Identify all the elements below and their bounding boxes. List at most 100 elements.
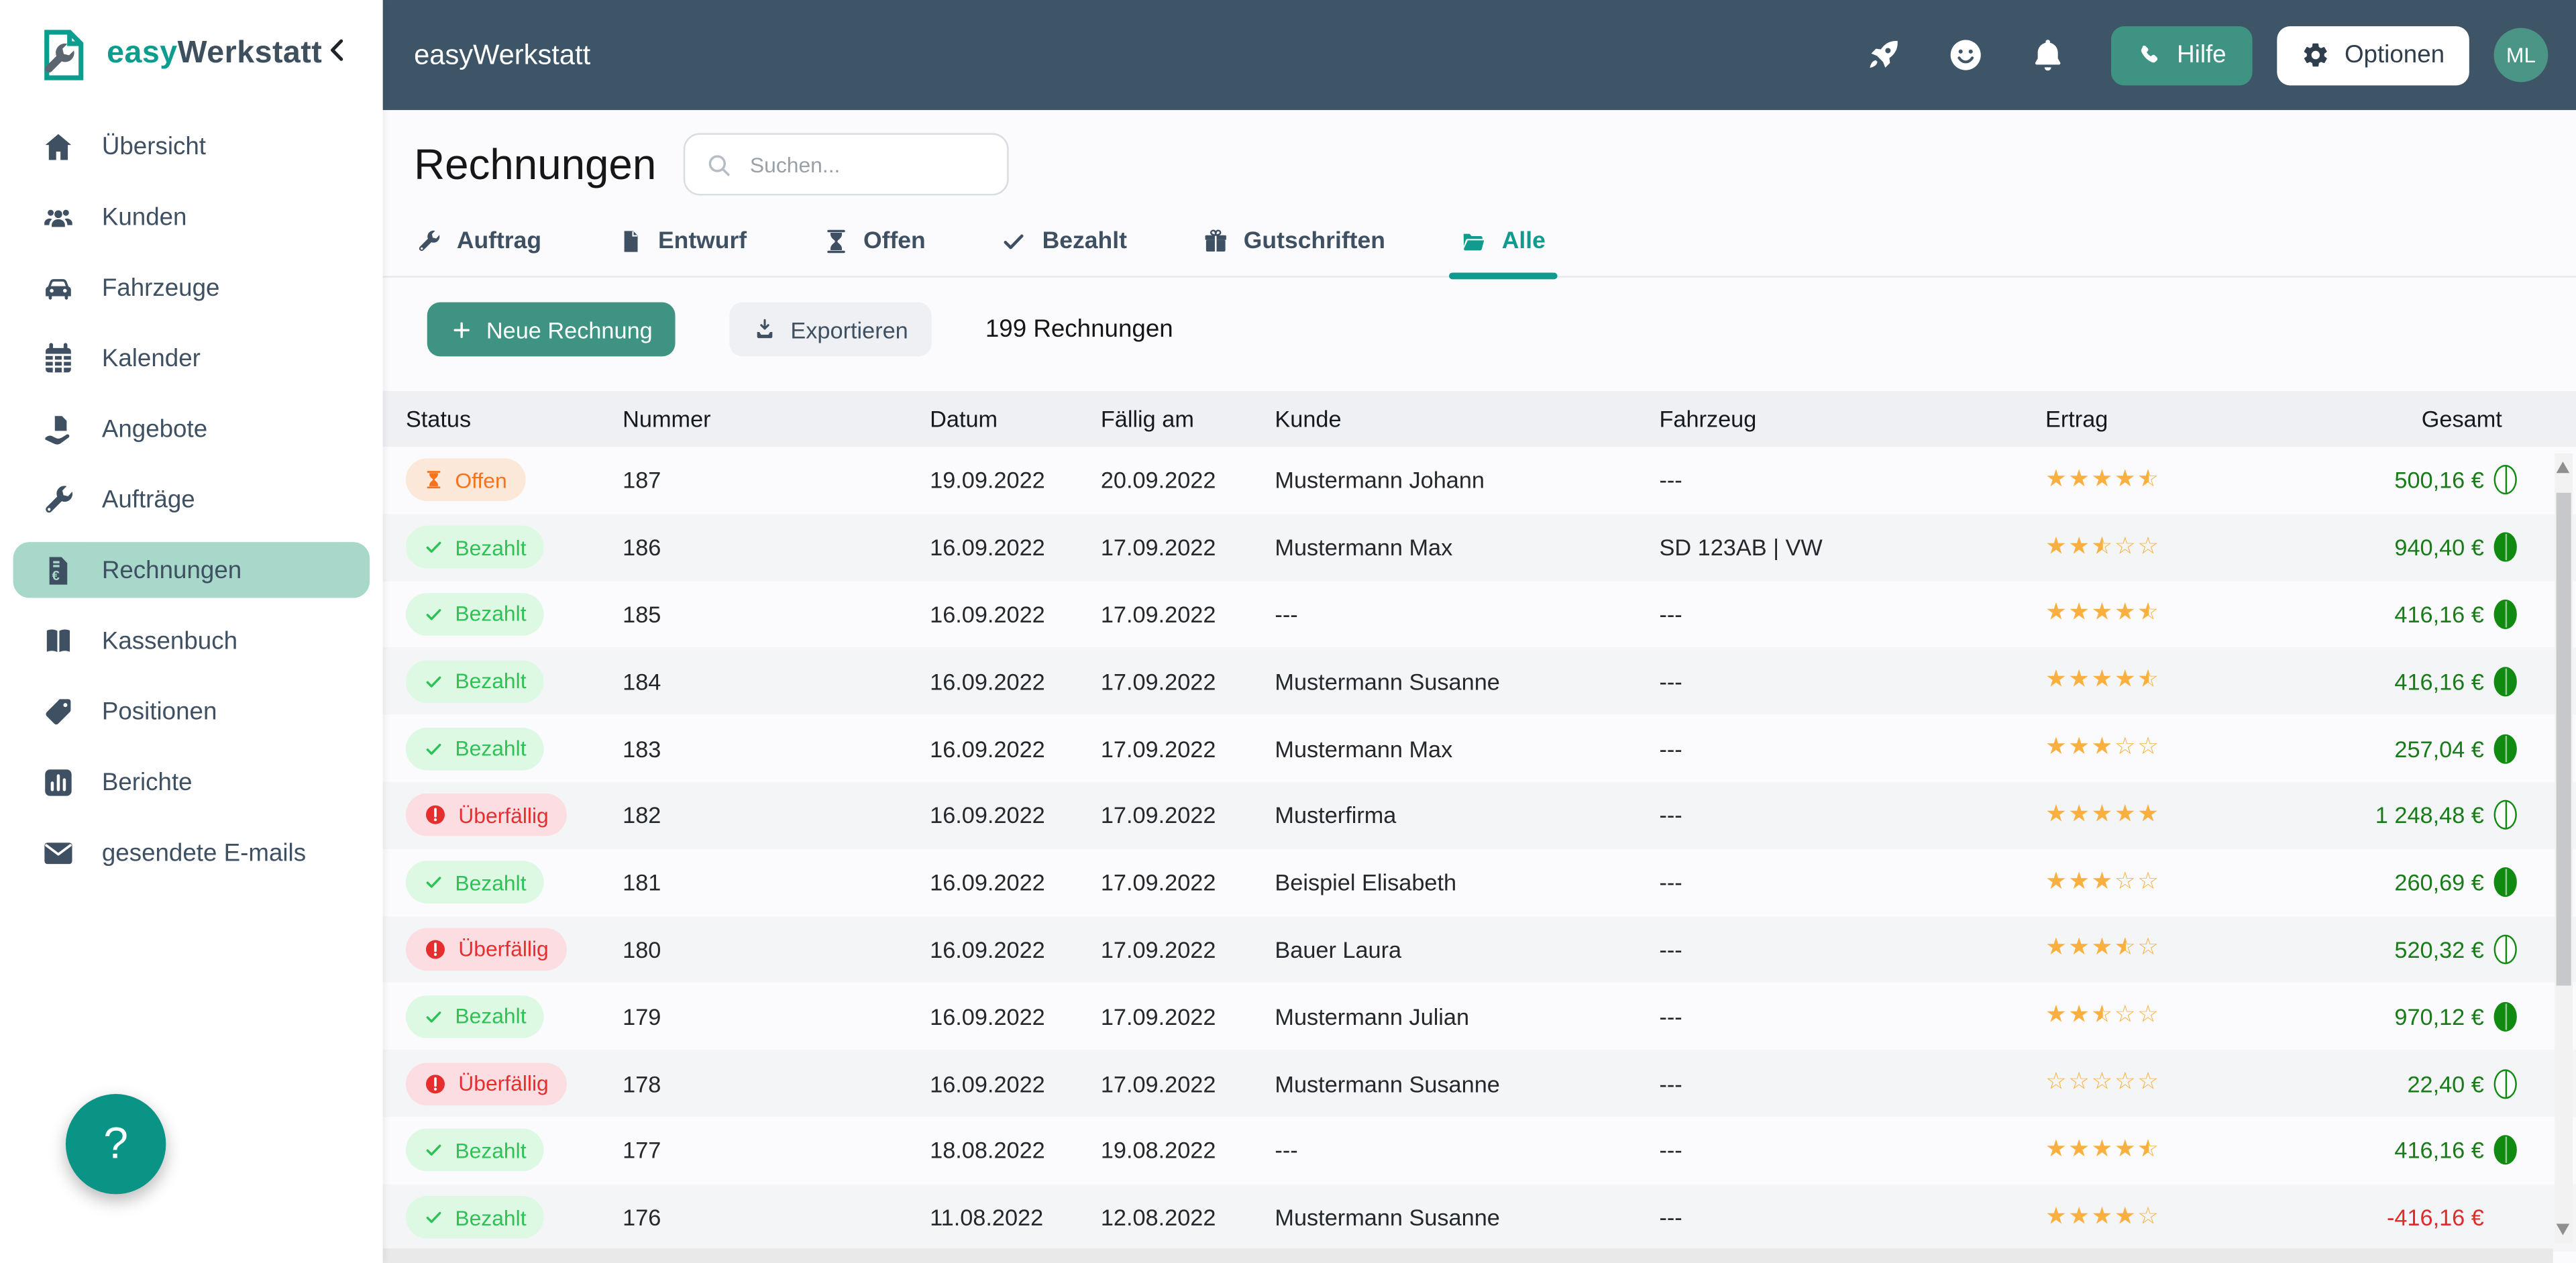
vertical-scrollbar-thumb[interactable]	[2557, 493, 2571, 986]
sidebar-item-gesendete-e-mails[interactable]: gesendete E-mails	[13, 824, 370, 880]
tab-auftrag[interactable]: Auftrag	[416, 205, 542, 276]
sidebar-nav: Übersicht Kunden Fahrzeuge Kalender Ange…	[0, 109, 383, 881]
tab-alle[interactable]: Alle	[1461, 205, 1546, 276]
tab-gutschriften[interactable]: Gutschriften	[1203, 205, 1385, 276]
cell-kunde: Mustermann Max	[1275, 735, 1659, 761]
col-datum: Datum	[930, 406, 1101, 432]
star-full-icon: ★	[2045, 1136, 2068, 1164]
paid-indicator-icon[interactable]	[2494, 600, 2517, 629]
collapse-sidebar-button[interactable]	[322, 34, 360, 74]
paid-indicator-icon[interactable]	[2494, 867, 2517, 897]
invoice-count: 199 Rechnungen	[985, 315, 1173, 343]
paid-indicator-icon[interactable]	[2494, 465, 2517, 495]
tab-offen[interactable]: Offen	[822, 205, 926, 276]
paid-indicator-icon[interactable]	[2494, 1068, 2517, 1098]
new-invoice-button[interactable]: Neue Rechnung	[427, 303, 676, 357]
rocket-icon[interactable]	[1865, 36, 1902, 74]
tab-entwurf[interactable]: Entwurf	[617, 205, 747, 276]
car-icon	[40, 270, 76, 305]
cell-gesamt: 416,16 €	[2349, 600, 2576, 629]
cell-faellig-am: 17.09.2022	[1101, 534, 1275, 560]
invoice-row-182[interactable]: Überfällig 182 16.09.2022 17.09.2022 Mus…	[383, 782, 2576, 849]
sidebar-item-kalender[interactable]: Kalender	[13, 330, 370, 386]
home-icon	[40, 129, 76, 163]
rating-stars[interactable]: ★★★★★	[2045, 802, 2349, 830]
invoice-row-184[interactable]: Bezahlt 184 16.09.2022 17.09.2022 Muster…	[383, 648, 2576, 715]
cell-fahrzeug: ---	[1659, 869, 2045, 895]
export-button[interactable]: Exportieren	[730, 303, 931, 357]
sidebar-item-uebersicht[interactable]: Übersicht	[13, 118, 370, 174]
check-icon	[424, 1207, 443, 1227]
rating-stars[interactable]: ★★★★☆	[2045, 1203, 2349, 1231]
paid-indicator-icon[interactable]	[2494, 667, 2517, 696]
rating-stars[interactable]: ★★★★☆★	[2045, 1136, 2349, 1164]
invoice-row-181[interactable]: Bezahlt 181 16.09.2022 17.09.2022 Beispi…	[383, 849, 2576, 916]
invoice-row-185[interactable]: Bezahlt 185 16.09.2022 17.09.2022 --- --…	[383, 581, 2576, 648]
topbar-icons	[1865, 36, 2067, 74]
rating-stars[interactable]: ★★★☆☆	[2045, 869, 2349, 897]
star-empty-icon: ☆	[2137, 734, 2160, 763]
star-full-icon: ★	[2068, 869, 2091, 897]
cell-nummer: 182	[623, 802, 930, 828]
sidebar-item-berichte[interactable]: Berichte	[13, 754, 370, 810]
cell-gesamt: 416,16 €	[2349, 667, 2576, 696]
sidebar-item-kunden[interactable]: Kunden	[13, 189, 370, 245]
cell-datum: 19.09.2022	[930, 467, 1101, 493]
exclamation-icon	[424, 1072, 447, 1095]
paid-indicator-icon[interactable]	[2494, 734, 2517, 763]
star-full-icon: ★	[2137, 802, 2160, 830]
sidebar-item-auftraege[interactable]: Aufträge	[13, 472, 370, 527]
scroll-down-arrow-icon[interactable]	[2557, 1223, 2570, 1235]
rating-stars[interactable]: ★★★★☆★	[2045, 667, 2349, 696]
rating-stars[interactable]: ★★☆★☆☆	[2045, 1003, 2349, 1031]
cell-status: Überfällig	[406, 1062, 623, 1105]
vertical-scrollbar[interactable]	[2555, 453, 2573, 1244]
cell-datum: 11.08.2022	[930, 1204, 1101, 1230]
help-button[interactable]: Hilfe	[2111, 25, 2253, 85]
rating-stars[interactable]: ★★★☆☆	[2045, 734, 2349, 763]
rating-stars[interactable]: ★★☆★☆☆	[2045, 533, 2349, 561]
user-avatar[interactable]: ML	[2494, 28, 2548, 83]
invoice-row-187[interactable]: Offen 187 19.09.2022 20.09.2022 Musterma…	[383, 447, 2576, 514]
paid-indicator-icon[interactable]	[2494, 1136, 2517, 1165]
paid-indicator-icon[interactable]	[2494, 533, 2517, 562]
cell-nummer: 186	[623, 534, 930, 560]
star-half-icon: ☆★	[2137, 600, 2160, 628]
rating-stars[interactable]: ☆☆☆☆☆	[2045, 1069, 2349, 1097]
search-input[interactable]	[747, 150, 988, 178]
star-half-icon: ☆★	[2137, 1136, 2160, 1164]
mail-icon	[40, 835, 76, 869]
sidebar-item-kassenbuch[interactable]: Kassenbuch	[13, 612, 370, 668]
cell-status: Überfällig	[406, 928, 623, 971]
sidebar-item-angebote[interactable]: Angebote	[13, 401, 370, 457]
sidebar-item-rechnungen[interactable]: € Rechnungen	[13, 542, 370, 598]
invoice-row-176[interactable]: Bezahlt 176 11.08.2022 12.08.2022 Muster…	[383, 1184, 2576, 1251]
horizontal-scrollbar[interactable]	[383, 1248, 2553, 1263]
invoice-row-186[interactable]: Bezahlt 186 16.09.2022 17.09.2022 Muster…	[383, 514, 2576, 581]
scroll-up-arrow-icon[interactable]	[2557, 461, 2570, 473]
tab-bezahlt[interactable]: Bezahlt	[1001, 205, 1127, 276]
paid-indicator-icon[interactable]	[2494, 1001, 2517, 1031]
sidebar-item-positionen[interactable]: Positionen	[13, 683, 370, 739]
paid-indicator-icon[interactable]	[2494, 801, 2517, 830]
invoice-row-177[interactable]: Bezahlt 177 18.08.2022 19.08.2022 --- --…	[383, 1117, 2576, 1184]
sidebar-item-fahrzeuge[interactable]: Fahrzeuge	[13, 260, 370, 315]
invoice-row-178[interactable]: Überfällig 178 16.09.2022 17.09.2022 Mus…	[383, 1050, 2576, 1117]
invoice-row-179[interactable]: Bezahlt 179 16.09.2022 17.09.2022 Muster…	[383, 983, 2576, 1050]
rating-stars[interactable]: ★★★★☆★	[2045, 466, 2349, 494]
invoice-row-180[interactable]: Überfällig 180 16.09.2022 17.09.2022 Bau…	[383, 916, 2576, 983]
paid-indicator-icon[interactable]	[2494, 934, 2517, 964]
cell-faellig-am: 17.09.2022	[1101, 869, 1275, 895]
rating-stars[interactable]: ★★★★☆★	[2045, 600, 2349, 628]
cell-gesamt: 940,40 €	[2349, 533, 2576, 562]
rating-stars[interactable]: ★★★☆★☆	[2045, 936, 2349, 964]
tag-icon	[40, 694, 76, 728]
options-button[interactable]: Optionen	[2277, 25, 2469, 85]
cell-kunde: Mustermann Susanne	[1275, 1204, 1659, 1230]
check-icon	[424, 738, 443, 758]
help-fab-button[interactable]: ?	[66, 1094, 166, 1194]
smiley-icon[interactable]	[1947, 36, 1984, 74]
cell-kunde: Mustermann Susanne	[1275, 1070, 1659, 1097]
invoice-row-183[interactable]: Bezahlt 183 16.09.2022 17.09.2022 Muster…	[383, 715, 2576, 782]
bell-icon[interactable]	[2029, 36, 2067, 74]
